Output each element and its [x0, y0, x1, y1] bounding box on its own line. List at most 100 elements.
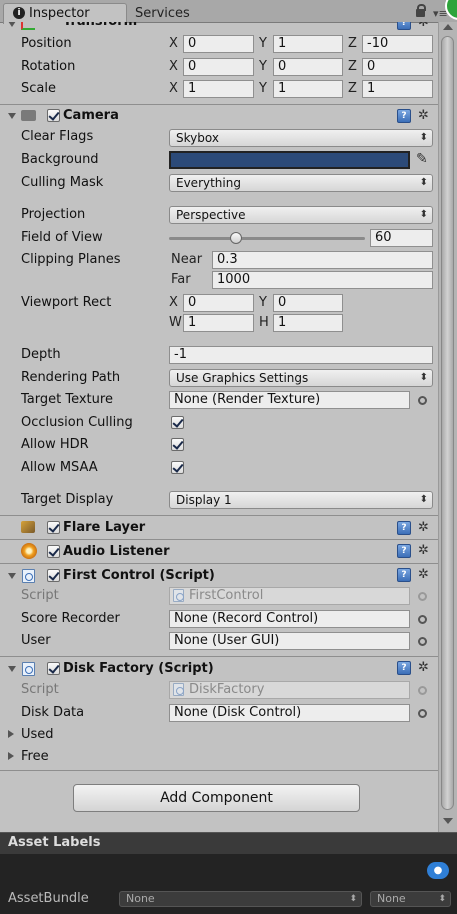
help-icon[interactable]: ? [397, 544, 411, 558]
viewport-w-field[interactable]: 1 [183, 314, 254, 332]
allow-hdr-label: Allow HDR [21, 437, 89, 452]
add-component-button[interactable]: Add Component [73, 784, 360, 812]
help-icon[interactable]: ? [397, 521, 411, 535]
transform-header[interactable]: Transform ? ✲ [0, 22, 438, 32]
position-y-field[interactable]: 1 [273, 35, 343, 53]
allow-msaa-checkbox[interactable] [171, 461, 184, 474]
axis-y[interactable]: Y [259, 58, 267, 76]
help-icon[interactable]: ? [397, 109, 411, 123]
object-picker-icon[interactable] [418, 637, 427, 646]
disk-data-field[interactable]: None (Disk Control) [169, 704, 410, 722]
scale-x-field[interactable]: 1 [183, 80, 254, 98]
fov-slider-track[interactable] [169, 237, 365, 240]
fov-slider-thumb[interactable] [229, 232, 242, 244]
axis-x[interactable]: X [169, 35, 178, 53]
assetbundle-variant-dropdown[interactable]: None ⬍ [370, 891, 451, 907]
chevron-updown-icon: ⬍ [419, 177, 428, 188]
object-picker-icon[interactable] [418, 615, 427, 624]
axis-h[interactable]: H [259, 314, 269, 332]
projection-label: Projection [21, 207, 86, 222]
help-icon[interactable]: ? [397, 22, 411, 30]
flare-layer-checkbox[interactable] [47, 521, 60, 534]
script-value: FirstControl [189, 588, 264, 603]
free-label[interactable]: Free [21, 748, 49, 766]
axis-w[interactable]: W [169, 314, 182, 332]
scale-y-field[interactable]: 1 [273, 80, 343, 98]
first-control-checkbox[interactable] [47, 569, 60, 582]
tab-services[interactable]: Services [135, 5, 190, 23]
used-fold-icon[interactable] [8, 730, 14, 738]
gear-icon[interactable]: ✲ [418, 661, 429, 675]
projection-dropdown[interactable]: Perspective ⬍ [169, 206, 433, 224]
help-icon[interactable]: ? [397, 661, 411, 675]
score-recorder-field[interactable]: None (Record Control) [169, 610, 410, 628]
depth-field[interactable]: -1 [169, 346, 433, 364]
scale-z-field[interactable]: 1 [362, 80, 433, 98]
object-picker-icon[interactable] [418, 709, 427, 718]
assetbundle-dropdown[interactable]: None ⬍ [119, 891, 362, 907]
axis-x[interactable]: X [169, 80, 178, 98]
eyedropper-icon[interactable]: ✎ [416, 150, 428, 168]
tab-inspector-label: Inspector [29, 6, 90, 21]
clear-flags-dropdown[interactable]: Skybox ⬍ [169, 129, 433, 147]
gear-icon[interactable]: ✲ [418, 521, 429, 535]
axis-y[interactable]: Y [259, 294, 267, 312]
rendering-path-value: Use Graphics Settings [176, 371, 309, 385]
target-display-dropdown[interactable]: Display 1 ⬍ [169, 491, 433, 509]
axis-y[interactable]: Y [259, 80, 267, 98]
gear-icon[interactable]: ✲ [418, 109, 429, 123]
flare-layer-title: Flare Layer [63, 520, 146, 535]
position-x-field[interactable]: 0 [183, 35, 254, 53]
axis-x[interactable]: X [169, 294, 178, 312]
axis-z[interactable]: Z [348, 35, 357, 53]
far-field[interactable]: 1000 [212, 271, 433, 289]
culling-mask-label: Culling Mask [21, 175, 104, 190]
scroll-up-arrow[interactable] [443, 24, 453, 30]
position-z-field[interactable]: -10 [362, 35, 433, 53]
tag-icon[interactable]: ● [427, 862, 449, 879]
scroll-down-arrow[interactable] [443, 818, 453, 824]
rotation-z-field[interactable]: 0 [362, 58, 433, 76]
camera-enabled-checkbox[interactable] [47, 109, 60, 122]
scrollbar-thumb[interactable] [441, 36, 454, 810]
axis-z[interactable]: Z [348, 58, 357, 76]
score-recorder-label: Score Recorder [21, 611, 120, 626]
transform-fold-icon[interactable] [8, 22, 16, 27]
used-label[interactable]: Used [21, 726, 54, 744]
help-icon[interactable]: ? [397, 568, 411, 582]
axis-x[interactable]: X [169, 58, 178, 76]
flare-icon [21, 521, 35, 533]
assetbundle-variant-value: None [377, 892, 406, 905]
axis-y[interactable]: Y [259, 35, 267, 53]
background-color-swatch[interactable] [169, 151, 410, 169]
near-field[interactable]: 0.3 [212, 251, 433, 269]
first-control-fold-icon[interactable] [8, 573, 16, 579]
allow-hdr-checkbox[interactable] [171, 438, 184, 451]
target-display-value: Display 1 [176, 493, 232, 507]
disk-factory-checkbox[interactable] [47, 662, 60, 675]
target-texture-field[interactable]: None (Render Texture) [169, 391, 410, 409]
rotation-x-field[interactable]: 0 [183, 58, 254, 76]
audio-listener-checkbox[interactable] [47, 545, 60, 558]
far-label[interactable]: Far [171, 271, 191, 289]
camera-fold-icon[interactable] [8, 113, 16, 119]
gear-icon[interactable]: ✲ [418, 22, 429, 30]
fov-field[interactable]: 60 [370, 229, 433, 247]
user-field[interactable]: None (User GUI) [169, 632, 410, 650]
free-fold-icon[interactable] [8, 752, 14, 760]
culling-mask-dropdown[interactable]: Everything ⬍ [169, 174, 433, 192]
viewport-x-field[interactable]: 0 [183, 294, 254, 312]
gear-icon[interactable]: ✲ [418, 568, 429, 582]
disk-factory-fold-icon[interactable] [8, 666, 16, 672]
clear-flags-label: Clear Flags [21, 129, 94, 144]
axis-z[interactable]: Z [348, 80, 357, 98]
transform-title: Transform [63, 22, 137, 31]
object-picker-icon[interactable] [418, 396, 427, 405]
rendering-path-dropdown[interactable]: Use Graphics Settings ⬍ [169, 369, 433, 387]
viewport-h-field[interactable]: 1 [273, 314, 343, 332]
near-label[interactable]: Near [171, 251, 202, 269]
gear-icon[interactable]: ✲ [418, 544, 429, 558]
rotation-y-field[interactable]: 0 [273, 58, 343, 76]
occlusion-culling-checkbox[interactable] [171, 416, 184, 429]
viewport-y-field[interactable]: 0 [273, 294, 343, 312]
